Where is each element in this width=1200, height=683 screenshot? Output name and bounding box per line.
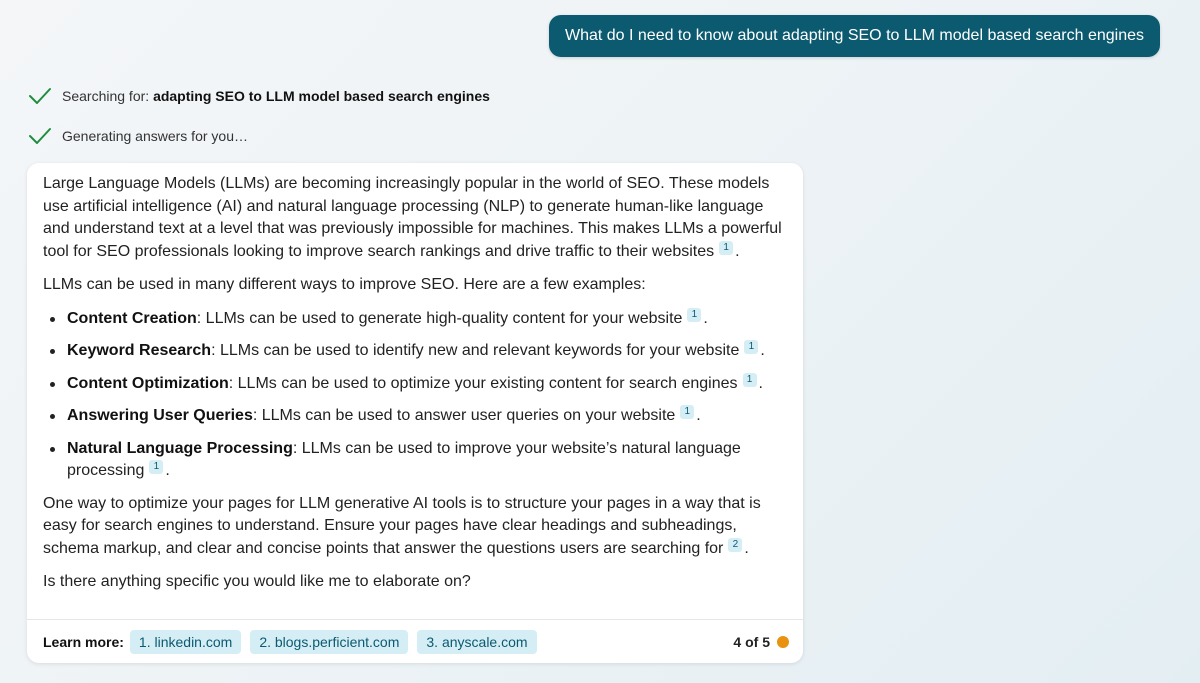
generating-text: Generating answers for you…: [62, 128, 248, 144]
source-link-perficient[interactable]: 2. blogs.perficient.com: [250, 629, 409, 654]
searching-query: adapting SEO to LLM model based search e…: [153, 88, 490, 104]
citation-badge[interactable]: 1: [680, 405, 695, 419]
source-link-linkedin[interactable]: 1. linkedin.com: [129, 629, 242, 654]
bullet-text: : LLMs can be used to answer user querie…: [252, 407, 676, 424]
citation-badge[interactable]: 1: [719, 240, 734, 255]
citation-badge[interactable]: 2: [728, 537, 743, 552]
source-link-anyscale[interactable]: 3. anyscale.com: [417, 629, 537, 654]
learn-more-bar: Learn more: 1. linkedin.com 2. blogs.per…: [27, 619, 803, 663]
citation-badge[interactable]: 1: [744, 340, 759, 354]
bullet-title: Keyword Research: [67, 342, 212, 359]
citation-badge[interactable]: 1: [687, 307, 702, 322]
bullet-title: Answering User Queries: [67, 407, 253, 424]
paragraph-text: Large Language Models (LLMs) are becomin…: [43, 175, 782, 260]
answer-paragraph: LLMs can be used in many different ways …: [43, 276, 646, 293]
checkmark-icon: [29, 128, 51, 144]
paragraph-text: One way to optimize your pages for LLM g…: [43, 494, 761, 557]
bullet-item: Content Creation: LLMs can be used to ge…: [43, 307, 787, 331]
answer-bullet-list: Content Creation: LLMs can be used to ge…: [43, 307, 787, 483]
answer-body: Large Language Models (LLMs) are becomin…: [27, 163, 803, 594]
learn-more-label: Learn more:: [43, 633, 124, 650]
user-message-bubble: What do I need to know about adapting SE…: [549, 15, 1160, 57]
citation-badge[interactable]: 1: [742, 372, 757, 387]
user-message-text: What do I need to know about adapting SE…: [564, 27, 1145, 44]
citation-badge[interactable]: 1: [149, 460, 164, 474]
bullet-item: Natural Language Processing: LLMs can be…: [43, 438, 787, 483]
bullet-text: : LLMs can be used to optimize your exis…: [228, 374, 738, 392]
answer-paragraph: Large Language Models (LLMs) are becomin…: [43, 175, 782, 260]
generating-status: Generating answers for you…: [28, 124, 248, 148]
answer-card: Large Language Models (LLMs) are becomin…: [27, 163, 803, 663]
bullet-item: Content Optimization: LLMs can be used t…: [43, 372, 787, 396]
counter-text: 4 of 5: [733, 633, 770, 650]
bullet-text: : LLMs can be used to identify new and r…: [211, 342, 740, 359]
counter-status-dot-icon: [777, 635, 789, 648]
bullet-item: Keyword Research: LLMs can be used to id…: [43, 340, 787, 363]
response-counter: 4 of 5: [733, 634, 789, 650]
bullet-title: Content Optimization: [67, 374, 229, 392]
searching-status: Searching for: adapting SEO to LLM model…: [28, 84, 490, 108]
bullet-title: Natural Language Processing: [67, 439, 293, 457]
checkmark-icon: [29, 88, 51, 104]
bullet-item: Answering User Queries: LLMs can be used…: [43, 405, 787, 428]
searching-prefix: Searching for:: [62, 88, 154, 104]
answer-paragraph: One way to optimize your pages for LLM g…: [43, 494, 761, 557]
bullet-title: Content Creation: [67, 309, 197, 327]
answer-paragraph: Is there anything specific you would lik…: [43, 573, 471, 590]
bullet-text: : LLMs can be used to generate high-qual…: [196, 309, 683, 327]
